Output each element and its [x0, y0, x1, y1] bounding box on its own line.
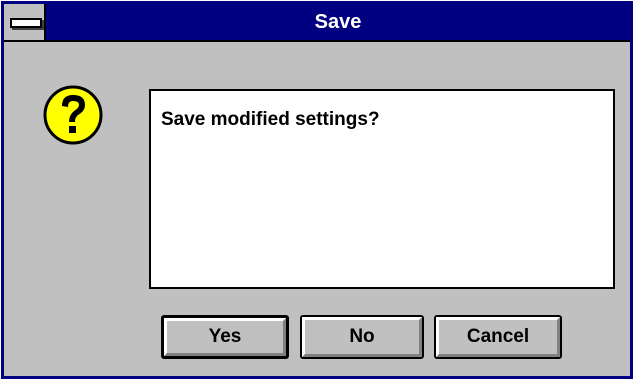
no-button-label: No [302, 317, 422, 357]
question-mark-icon [43, 85, 103, 145]
cancel-button[interactable]: Cancel [434, 315, 562, 359]
yes-button-label: Yes [164, 318, 286, 356]
cancel-button-label: Cancel [436, 317, 560, 357]
save-dialog-window: Save Save modified settings? Yes No Canc… [1, 1, 633, 379]
message-text: Save modified settings? [161, 109, 380, 130]
system-menu-icon [10, 18, 42, 28]
no-button[interactable]: No [300, 315, 424, 359]
message-area: Save modified settings? [149, 89, 615, 289]
system-menu-button[interactable] [4, 4, 46, 40]
yes-button[interactable]: Yes [161, 315, 289, 359]
title-bar[interactable]: Save [4, 4, 630, 42]
window-title: Save [314, 11, 362, 33]
